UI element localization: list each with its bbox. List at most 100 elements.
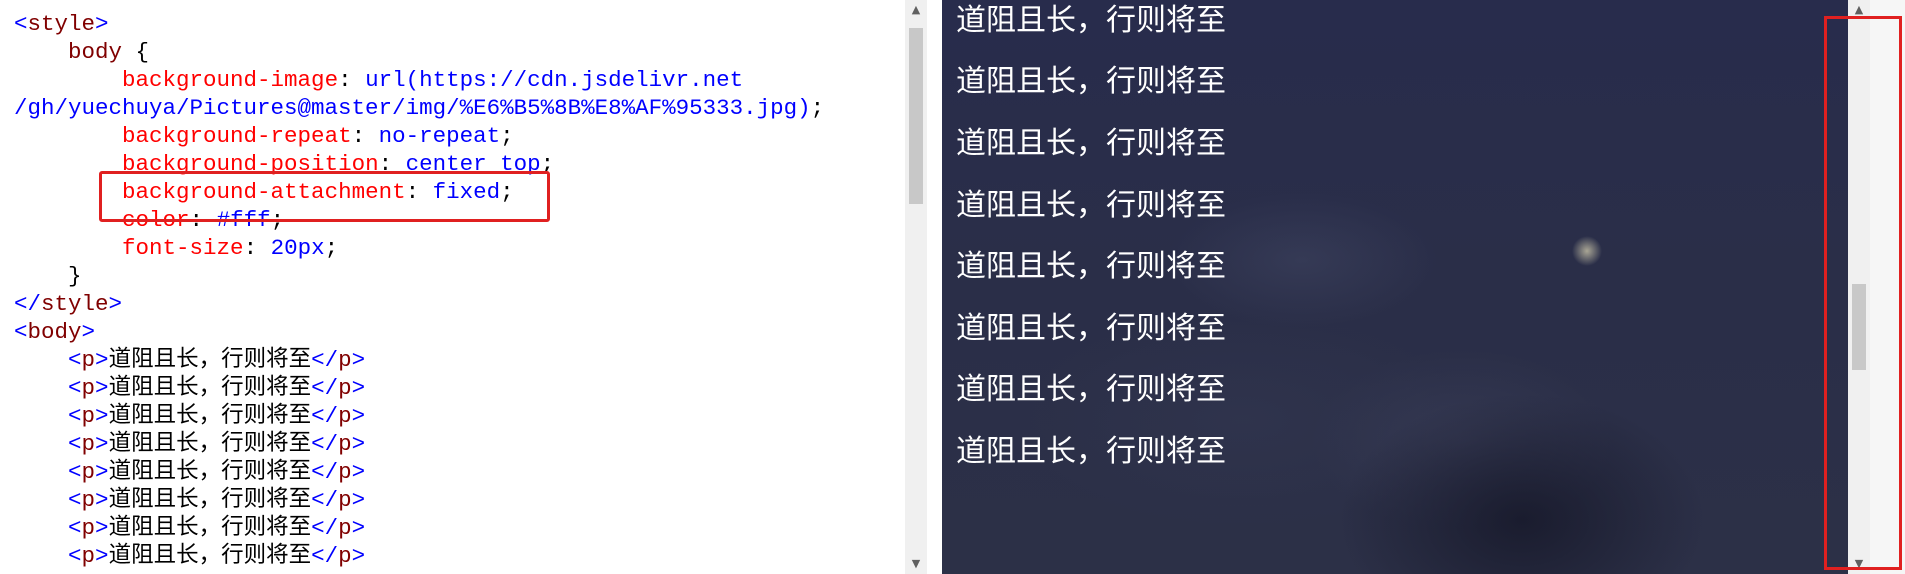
code-token: p	[338, 347, 352, 373]
code-token: background-repeat	[122, 123, 352, 149]
code-line: background-image: url(https://cdn.jsdeli…	[14, 66, 824, 94]
code-token: style	[27, 11, 96, 37]
code-line: font-size: 20px;	[14, 234, 824, 262]
code-token: 道阻且长，行则将至	[108, 459, 312, 485]
editor-scroll-up-icon[interactable]: ▲	[905, 0, 927, 20]
code-token: p	[338, 375, 352, 401]
code-line: body {	[14, 38, 824, 66]
code-token: :	[243, 235, 271, 261]
code-token: >	[81, 319, 96, 345]
code-token: </	[311, 375, 339, 401]
scrollbar-highlight-box	[1824, 16, 1902, 570]
code-token: font-size	[122, 235, 244, 261]
preview-paragraph: 道阻且长，行则将至	[956, 249, 1226, 284]
code-token: p	[81, 403, 96, 429]
code-highlight-box	[99, 171, 550, 222]
code-token: :	[338, 67, 366, 93]
editor-scroll-thumb[interactable]	[909, 28, 923, 204]
code-token: ;	[324, 235, 339, 261]
editor-scrollbar[interactable]: ▲ ▼	[905, 0, 927, 574]
code-line: <p>道阻且长，行则将至</p>	[14, 542, 824, 570]
code-line: /gh/yuechuya/Pictures@master/img/%E6%B5%…	[14, 94, 824, 122]
code-token: no-repeat	[378, 123, 501, 149]
code-line: <body>	[14, 318, 824, 346]
code-token: >	[95, 459, 109, 485]
code-token: >	[95, 403, 109, 429]
code-token: ;	[500, 123, 514, 149]
code-token: </	[14, 291, 42, 317]
code-token: 道阻且长，行则将至	[108, 375, 312, 401]
code-token: 20px	[270, 235, 325, 261]
code-token: 道阻且长，行则将至	[108, 515, 312, 541]
code-token: </	[311, 403, 339, 429]
code-token: >	[95, 515, 109, 541]
code-token: <	[68, 403, 82, 429]
code-token: background-image	[122, 67, 339, 93]
code-line: </style>	[14, 290, 824, 318]
preview-paragraph: 道阻且长，行则将至	[956, 126, 1226, 161]
code-line: <p>道阻且长，行则将至</p>	[14, 430, 824, 458]
code-token: body	[68, 39, 123, 65]
code-token: >	[351, 431, 366, 457]
code-token: >	[108, 291, 123, 317]
code-token: >	[95, 543, 109, 569]
code-block[interactable]: <style> body { background-image: url(htt…	[14, 10, 824, 570]
preview-paragraph: 道阻且长，行则将至	[956, 64, 1226, 99]
code-token: 道阻且长，行则将至	[108, 403, 312, 429]
code-line: <p>道阻且长，行则将至</p>	[14, 374, 824, 402]
code-line: }	[14, 262, 824, 290]
code-token: p	[338, 487, 352, 513]
code-token: :	[351, 123, 379, 149]
code-token: >	[351, 543, 366, 569]
code-token: >	[351, 403, 366, 429]
preview-paragraph: 道阻且长，行则将至	[956, 434, 1226, 469]
code-token: p	[338, 515, 352, 541]
code-line: <p>道阻且长，行则将至</p>	[14, 346, 824, 374]
code-token: >	[95, 347, 109, 373]
code-line: <p>道阻且长，行则将至</p>	[14, 514, 824, 542]
code-token: </	[311, 459, 339, 485]
code-token: 道阻且长，行则将至	[108, 487, 312, 513]
editor-scroll-down-icon[interactable]: ▼	[905, 554, 927, 574]
code-token: >	[351, 375, 366, 401]
code-token: >	[95, 431, 109, 457]
preview-paragraph: 道阻且长，行则将至	[956, 3, 1226, 38]
code-token: </	[311, 487, 339, 513]
code-token: </	[311, 431, 339, 457]
code-token: <	[14, 319, 28, 345]
code-token: body	[27, 319, 82, 345]
browser-preview-pane: 道阻且长，行则将至 道阻且长，行则将至 道阻且长，行则将至 道阻且长，行则将至 道阻且长…	[942, 0, 1848, 574]
code-token: p	[81, 515, 96, 541]
code-token: ;	[810, 95, 825, 121]
code-line: <p>道阻且长，行则将至</p>	[14, 486, 824, 514]
code-token: <	[68, 487, 82, 513]
code-token: <	[68, 515, 82, 541]
code-token: <	[68, 375, 82, 401]
preview-paragraph: 道阻且长，行则将至	[956, 372, 1226, 407]
code-token: <	[14, 11, 28, 37]
code-token: p	[81, 375, 96, 401]
code-token: {	[122, 39, 150, 65]
moon-icon	[1572, 236, 1602, 266]
code-token: >	[95, 11, 109, 37]
code-editor-pane[interactable]: <style> body { background-image: url(htt…	[0, 0, 905, 574]
code-line: <p>道阻且长，行则将至</p>	[14, 402, 824, 430]
code-line: <p>道阻且长，行则将至</p>	[14, 458, 824, 486]
code-token: p	[338, 431, 352, 457]
code-token: url(https://cdn.jsdelivr.net	[365, 67, 744, 93]
code-token: p	[81, 431, 96, 457]
code-token: p	[81, 487, 96, 513]
code-token: 道阻且长，行则将至	[108, 543, 312, 569]
code-token: p	[81, 347, 96, 373]
